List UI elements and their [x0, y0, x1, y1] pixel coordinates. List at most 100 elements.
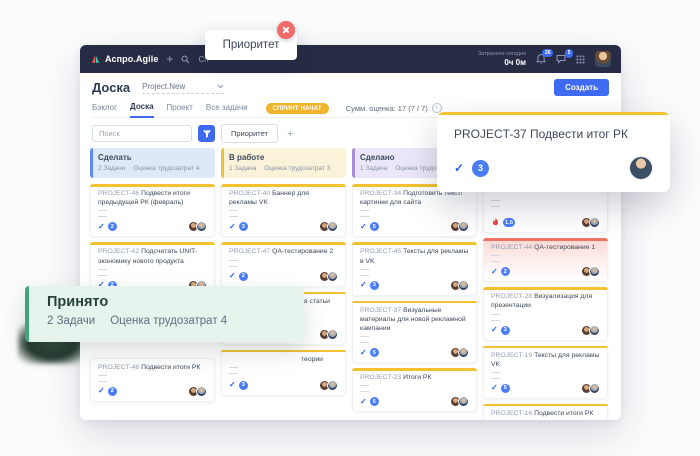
- task-card[interactable]: PROJECT-40 Баннер для рекламы VK ✓3: [221, 184, 346, 237]
- board-column: В работе1 ЗадачаОценка трудозатрат 3 PROJ…: [221, 148, 346, 420]
- avatar-group: [450, 221, 469, 232]
- avatar: [327, 271, 338, 282]
- accepted-estimate: Оценка трудозатрат 4: [110, 315, 227, 327]
- task-card[interactable]: PROJECT-44 QA-тестирование 1✓2: [483, 238, 608, 282]
- estimate-badge: 3: [472, 160, 489, 177]
- task-card[interactable]: PROJECT-47 QA-тестирование 2✓2: [221, 242, 346, 286]
- avatar-group: [581, 266, 600, 277]
- estimate-badge: 5: [501, 384, 510, 393]
- description-icon: [98, 210, 107, 217]
- add-icon[interactable]: [166, 53, 173, 65]
- card-title: PROJECT-44 QA-тестирование 1: [491, 243, 600, 252]
- card-id: PROJECT-47: [229, 248, 272, 255]
- project-selector[interactable]: Project.New: [142, 82, 224, 94]
- avatar-group: [450, 280, 469, 291]
- card-accent: [352, 242, 477, 245]
- card-title: PROJECT-42 Подсчитать UNIT-экономику нов…: [98, 247, 207, 265]
- close-icon[interactable]: [277, 21, 295, 39]
- user-avatar[interactable]: [595, 51, 611, 67]
- app-window: Аспро.Agile Сп Затрачено сегодня 0ч 0м 2…: [80, 45, 621, 420]
- tab-all-tasks[interactable]: Все задачи: [206, 103, 248, 117]
- messages-button[interactable]: 5: [556, 54, 566, 64]
- task-card[interactable]: PROJECT-19 Тексты для рекламы VK✓5: [483, 346, 608, 399]
- card-id: PROJECT-34: [360, 190, 403, 197]
- column-accent-bar: [352, 148, 355, 178]
- card-list: PROJECT-34 Подготовить текст/картинки дл…: [352, 184, 477, 412]
- check-icon: ✓: [491, 268, 498, 276]
- column-accent-bar: [221, 148, 224, 178]
- description-icon: [229, 210, 238, 217]
- task-card[interactable]: PROJECT-28 Визуализация для презентации✓…: [483, 287, 608, 340]
- avatar-group: [450, 396, 469, 407]
- add-filter-button[interactable]: +: [287, 128, 293, 140]
- column-header[interactable]: Сделать2 ЗадачиОценка трудозатрат 4: [90, 148, 215, 178]
- task-card[interactable]: PROJECT-45 Тексты для рекламы в VK✓3: [352, 242, 477, 295]
- description-icon: [360, 269, 369, 276]
- card-id: PROJECT-16: [491, 410, 534, 417]
- top-navbar: Аспро.Agile Сп Затрачено сегодня 0ч 0м 2…: [80, 45, 621, 73]
- app-logo[interactable]: Аспро.Agile: [90, 54, 158, 65]
- search-input[interactable]: [92, 125, 192, 142]
- card-footer: ✓2: [98, 386, 207, 397]
- card-title: PROJECT-48 Подвести итоги РК: [98, 363, 207, 372]
- column-title: Сделать: [98, 153, 207, 162]
- description-icon: [360, 336, 369, 343]
- estimate-badge: 2: [239, 272, 248, 281]
- card-title: PROJECT-45 Тексты для рекламы в VK: [360, 247, 469, 265]
- column-task-count: 2 Задачи: [98, 165, 125, 172]
- card-footer: ✓5: [360, 396, 469, 407]
- time-tracker[interactable]: Затрачено сегодня 0ч 0м: [478, 51, 526, 67]
- card-footer: ✓3: [229, 221, 338, 232]
- avatar-group: [319, 221, 338, 232]
- card-id: PROJECT-23: [360, 374, 403, 381]
- task-card[interactable]: PROJECT-23 Итоги РК✓5: [352, 368, 477, 412]
- search-icon[interactable]: [181, 55, 190, 64]
- card-accent: [221, 184, 346, 187]
- task-card[interactable]: теории✓3: [221, 350, 346, 396]
- card-title: PROJECT-19 Тексты для рекламы VK: [491, 351, 600, 369]
- card-title: PROJECT-40 Баннер для рекламы VK: [229, 189, 338, 207]
- task-card[interactable]: PROJECT-37 Визуальные материалы для ново…: [352, 301, 477, 364]
- tab-backlog[interactable]: Бэклог: [92, 103, 117, 117]
- avatar: [327, 329, 338, 340]
- create-button[interactable]: Создать: [554, 79, 609, 96]
- task-card[interactable]: PROJECT-34 Подготовить текст/картинки дл…: [352, 184, 477, 237]
- avatar: [196, 221, 207, 232]
- avatar: [589, 266, 600, 277]
- chevron-down-icon: [217, 84, 224, 89]
- task-card[interactable]: PROJECT-16 Подвести итоги РК: [483, 404, 608, 420]
- sprint-summary: Сумм. оценка: 17 (7 / 7): [346, 103, 442, 113]
- notifications-button[interactable]: 26: [536, 54, 546, 65]
- avatar: [458, 221, 469, 232]
- funnel-icon: [202, 129, 212, 139]
- description-icon: [491, 372, 500, 379]
- description-icon: [229, 367, 238, 374]
- tab-project[interactable]: Проект: [167, 103, 193, 117]
- filter-button[interactable]: [198, 125, 215, 142]
- task-card[interactable]: PROJECT-48 Подвести итоги РК ✓2: [90, 358, 215, 402]
- apps-grid-icon[interactable]: [576, 55, 585, 64]
- tab-board[interactable]: Доска: [130, 102, 153, 118]
- card-footer: 1.5: [491, 217, 600, 228]
- estimate-badge: 1.5: [503, 218, 515, 227]
- card-id: PROJECT-45: [360, 248, 403, 255]
- card-footer: ✓3: [491, 325, 600, 336]
- avatar-group: [581, 217, 600, 228]
- column-accent-bar: [90, 148, 93, 178]
- dragged-task-card[interactable]: PROJECT-37 Подвести итог РК ✓ 3: [437, 112, 670, 192]
- avatar: [589, 325, 600, 336]
- priority-filter-chip[interactable]: Приоритет: [221, 124, 278, 143]
- card-accent: [221, 350, 346, 353]
- card-title: PROJECT-47 QA-тестирование 2: [229, 247, 338, 256]
- task-card[interactable]: PROJECT-46 Подвести итоги предыдущей РК …: [90, 184, 215, 237]
- column-header[interactable]: В работе1 ЗадачаОценка трудозатрат 3: [221, 148, 346, 178]
- card-id: PROJECT-42: [98, 248, 141, 255]
- accepted-title: Принято: [47, 294, 304, 310]
- check-icon: ✓: [360, 223, 367, 231]
- description-icon: [360, 385, 369, 392]
- column-task-count: 1 Задача: [360, 165, 387, 172]
- card-footer: ✓3: [229, 380, 338, 391]
- estimate-badge: 5: [370, 348, 379, 357]
- avatar: [589, 383, 600, 394]
- logo-icon: [90, 54, 101, 65]
